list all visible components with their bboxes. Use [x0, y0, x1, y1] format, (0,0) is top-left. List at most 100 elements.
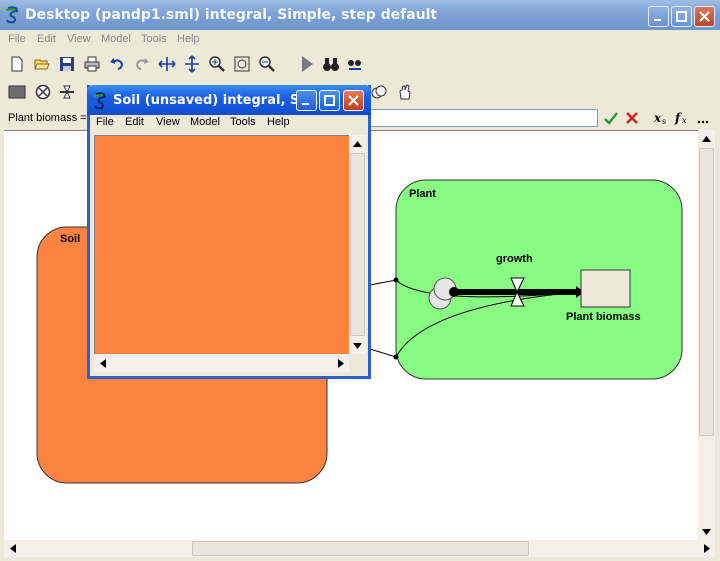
compartment-tool-button[interactable] — [6, 81, 28, 103]
zoom-in-button[interactable] — [206, 53, 228, 75]
new-button[interactable] — [6, 53, 28, 75]
child-maximize-button[interactable] — [319, 90, 340, 111]
variables-button[interactable]: xs — [651, 107, 673, 129]
zoom-fit-icon — [234, 56, 250, 72]
child-vertical-scroll-thumb[interactable] — [350, 153, 365, 336]
child-minimize-button[interactable] — [296, 90, 317, 111]
vertical-arrows-icon — [185, 55, 199, 73]
submodel-tool-button[interactable] — [32, 81, 54, 103]
ellipsis-icon — [697, 120, 709, 124]
child-scroll-corner — [349, 355, 366, 372]
child-scroll-down-button[interactable] — [349, 337, 366, 354]
close-button[interactable] — [694, 6, 715, 27]
child-menu-tools[interactable]: Tools — [230, 116, 256, 128]
zoom-out-button[interactable] — [256, 53, 278, 75]
cloud-tool-button[interactable] — [368, 81, 390, 103]
child-menubar: File Edit View Model Tools Help — [90, 112, 368, 132]
child-titlebar[interactable]: Soil (unsaved) integral, Si... — [87, 85, 371, 115]
compartment-icon — [8, 85, 26, 99]
flow-tool-button[interactable] — [56, 81, 78, 103]
find-button[interactable] — [320, 53, 342, 75]
hand-tool-button[interactable] — [394, 81, 416, 103]
equation-label: Plant biomass = — [8, 112, 87, 124]
menu-edit[interactable]: Edit — [37, 33, 56, 45]
save-button[interactable] — [56, 53, 78, 75]
run-button[interactable] — [296, 53, 318, 75]
new-document-icon — [11, 56, 23, 72]
chevron-right-icon — [703, 544, 710, 553]
chevron-left-icon — [9, 544, 16, 553]
child-close-button[interactable] — [343, 90, 364, 111]
main-titlebar[interactable]: Desktop (pandp1.sml) integral, Simple, s… — [0, 0, 720, 30]
plant-biomass-stock[interactable] — [580, 269, 631, 308]
vertical-scroll-thumb[interactable] — [699, 148, 714, 436]
print-button[interactable] — [81, 53, 103, 75]
hand-icon — [399, 84, 411, 100]
checkmark-icon — [604, 112, 618, 125]
child-menu-edit[interactable]: Edit — [125, 116, 144, 128]
menu-help[interactable]: Help — [177, 33, 200, 45]
child-window-title: Soil (unsaved) integral, Si... — [113, 93, 319, 108]
minimize-button[interactable] — [648, 6, 669, 27]
chevron-up-icon — [353, 140, 362, 147]
chevron-left-icon — [99, 359, 106, 368]
open-button[interactable] — [31, 53, 53, 75]
soil-canvas[interactable] — [94, 135, 349, 354]
horizontal-scroll-thumb[interactable] — [192, 541, 529, 556]
menu-model[interactable]: Model — [101, 33, 131, 45]
maximize-button[interactable] — [671, 6, 692, 27]
child-menu-view[interactable]: View — [156, 116, 180, 128]
svg-text:x: x — [653, 111, 662, 125]
scroll-up-button[interactable] — [698, 130, 715, 147]
child-app-icon — [93, 92, 107, 110]
chevron-right-icon — [337, 359, 344, 368]
equation-input[interactable] — [366, 109, 598, 127]
menu-tools[interactable]: Tools — [141, 33, 167, 45]
child-menu-file[interactable]: File — [96, 116, 114, 128]
scroll-left-button[interactable] — [4, 540, 21, 557]
child-scroll-right-button[interactable] — [332, 355, 349, 372]
play-icon — [302, 56, 313, 72]
stretch-horizontal-button[interactable] — [156, 53, 178, 75]
menu-file[interactable]: File — [8, 33, 26, 45]
menu-view[interactable]: View — [67, 33, 91, 45]
circle-cross-icon — [35, 84, 51, 100]
horizontal-arrows-icon — [158, 57, 176, 71]
child-menu-model[interactable]: Model — [190, 116, 220, 128]
accept-button[interactable] — [600, 107, 622, 129]
variable-x-icon: xs — [653, 111, 666, 126]
redo-button[interactable] — [131, 53, 153, 75]
child-scroll-up-button[interactable] — [349, 135, 366, 152]
floppy-disk-icon — [60, 57, 74, 71]
main-horizontal-scrollbar[interactable] — [4, 540, 715, 557]
child-menu-help[interactable]: Help — [267, 116, 290, 128]
find-replace-button[interactable] — [344, 53, 366, 75]
svg-text:x: x — [682, 116, 687, 125]
main-vertical-scrollbar[interactable] — [698, 130, 715, 540]
plant-label: Plant — [409, 188, 436, 200]
main-menubar: File Edit View Model Tools Help — [0, 30, 720, 50]
stretch-vertical-button[interactable] — [181, 53, 203, 75]
cloud-icon — [371, 85, 387, 99]
growth-label: growth — [496, 253, 533, 265]
chevron-up-icon — [702, 135, 711, 142]
child-scroll-left-button[interactable] — [94, 355, 111, 372]
folder-open-icon — [34, 59, 50, 70]
scroll-down-button[interactable] — [698, 523, 715, 540]
binoculars-icon — [323, 58, 339, 71]
functions-button[interactable]: fx — [672, 107, 694, 129]
zoom-in-icon — [209, 56, 225, 72]
cancel-button[interactable] — [621, 107, 643, 129]
zoom-out-icon — [259, 56, 275, 72]
more-button[interactable] — [692, 107, 714, 129]
scroll-right-button[interactable] — [698, 540, 715, 557]
zoom-fit-button[interactable] — [231, 53, 253, 75]
main-toolbar — [0, 50, 720, 78]
child-vertical-scrollbar[interactable] — [349, 135, 366, 354]
close-icon — [348, 95, 359, 106]
soil-submodel-window: Soil (unsaved) integral, Si... File Edit… — [87, 85, 371, 379]
undo-button[interactable] — [106, 53, 128, 75]
maximize-icon — [676, 11, 687, 22]
child-horizontal-scrollbar[interactable] — [94, 355, 349, 372]
window-title: Desktop (pandp1.sml) integral, Simple, s… — [25, 7, 438, 23]
